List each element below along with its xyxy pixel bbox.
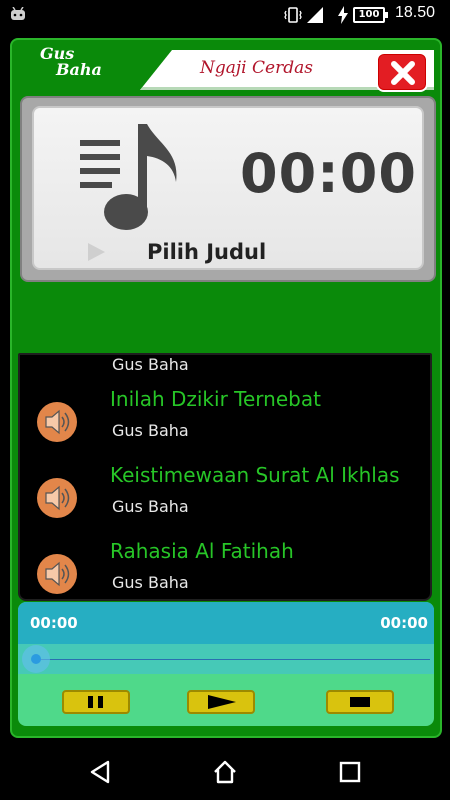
battery-icon: 100 [353, 7, 388, 23]
status-bar: 100 18.50 [0, 0, 450, 30]
stop-icon [350, 697, 370, 707]
status-time: 18.50 [395, 4, 436, 21]
app-logo: Gus Baha [40, 46, 150, 78]
list-item[interactable]: Rahasia Al Fatihah Gus Baha [20, 539, 430, 599]
back-icon[interactable] [89, 760, 111, 784]
seek-bar[interactable] [18, 644, 434, 674]
list-item[interactable]: Keistimewaan Surat Al Ikhlas Gus Baha [20, 463, 430, 539]
track-title: Keistimewaan Surat Al Ikhlas [110, 463, 400, 487]
seek-thumb[interactable] [22, 645, 50, 673]
app-title: Ngaji Cerdas [200, 58, 313, 78]
close-icon [391, 61, 415, 85]
android-icon [11, 7, 25, 20]
stop-button[interactable] [326, 690, 394, 714]
home-icon[interactable] [213, 760, 237, 784]
seek-track [36, 659, 430, 660]
speaker-icon [37, 478, 77, 518]
player-time-bar: 00:00 00:00 [18, 602, 434, 644]
list-item[interactable]: Inilah Dzikir Ternebat Gus Baha [20, 387, 430, 463]
pause-icon [88, 696, 103, 708]
track-artist: Gus Baha [112, 421, 189, 440]
display-screen: 00:00 Pilih Judul [32, 106, 424, 270]
selected-title: Pilih Judul [147, 240, 267, 264]
close-button[interactable] [376, 52, 428, 92]
play-icon [208, 695, 236, 709]
current-time: 00:00 [30, 614, 78, 632]
pause-button[interactable] [62, 690, 130, 714]
player-controls: 00:00 00:00 [18, 602, 434, 726]
timer-display: 00:00 [240, 142, 417, 205]
play-button[interactable] [187, 690, 255, 714]
speaker-icon [37, 402, 77, 442]
list-item-artist: Gus Baha [112, 355, 189, 374]
logo-line-2: Baha [56, 60, 102, 79]
total-time: 00:00 [380, 614, 428, 632]
system-nav-bar [0, 744, 450, 800]
charging-icon [338, 6, 348, 24]
playlist[interactable]: Gus Baha Inilah Dzikir Ternebat Gus Baha… [18, 353, 432, 601]
signal-icon [307, 7, 323, 23]
music-note-icon [80, 124, 177, 230]
track-artist: Gus Baha [112, 573, 189, 592]
play-indicator-icon [88, 243, 105, 261]
now-playing-display: 00:00 Pilih Judul [20, 96, 436, 282]
app-frame: Gus Baha Ngaji Cerdas 00:00 Pilih Judul [10, 38, 442, 738]
vibrate-icon [284, 7, 302, 23]
recents-icon[interactable] [339, 760, 361, 784]
speaker-icon [37, 554, 77, 594]
track-title: Inilah Dzikir Ternebat [110, 387, 321, 411]
track-title: Rahasia Al Fatihah [110, 539, 294, 563]
track-artist: Gus Baha [112, 497, 189, 516]
